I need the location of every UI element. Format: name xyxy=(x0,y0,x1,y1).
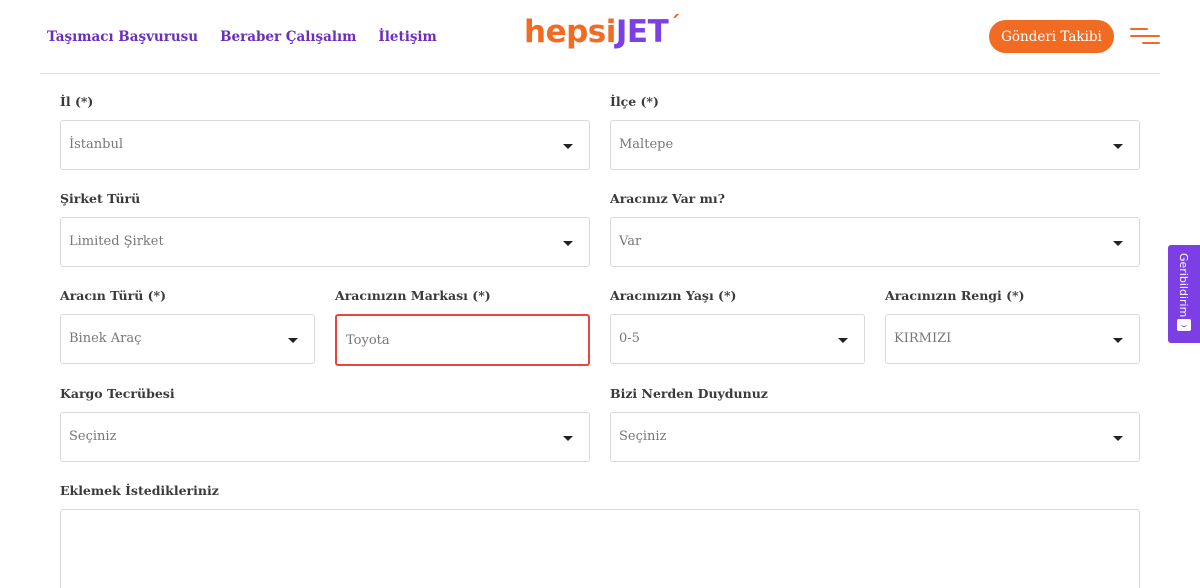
top-nav: Taşımacı Başvurusu Beraber Çalışalım İle… xyxy=(47,29,437,45)
caret-down-icon xyxy=(563,241,573,246)
nav-link-tasimaci-basvurusu[interactable]: Taşımacı Başvurusu xyxy=(47,29,198,45)
caret-down-icon xyxy=(1113,338,1123,343)
kargo-tecrubesi-value: Seçiniz xyxy=(69,429,117,444)
nav-link-iletisim[interactable]: İletişim xyxy=(378,29,436,45)
il-select[interactable]: İstanbul xyxy=(60,120,590,170)
bizi-nerden-value: Seçiniz xyxy=(619,429,667,444)
header: Taşımacı Başvurusu Beraber Çalışalım İle… xyxy=(0,0,1200,74)
arac-var-mi-label: Aracınız Var mı? xyxy=(610,191,725,206)
arac-yasi-select[interactable]: 0-5 xyxy=(610,314,865,364)
bizi-nerden-select[interactable]: Seçiniz xyxy=(610,412,1140,462)
caret-down-icon xyxy=(1113,436,1123,441)
caret-down-icon xyxy=(1113,241,1123,246)
arac-turu-value: Binek Araç xyxy=(69,331,142,346)
geribildirim-tab[interactable]: Geribildirim xyxy=(1168,245,1200,343)
kargo-tecrubesi-select[interactable]: Seçiniz xyxy=(60,412,590,462)
bizi-nerden-label: Bizi Nerden Duydunuz xyxy=(610,386,768,401)
smiley-icon xyxy=(1177,319,1191,331)
ilce-value: Maltepe xyxy=(619,137,674,152)
sirket-turu-label: Şirket Türü xyxy=(60,191,141,206)
arac-markasi-value: Toyota xyxy=(346,333,390,348)
header-divider xyxy=(40,73,1160,74)
sirket-turu-select[interactable]: Limited Şirket xyxy=(60,217,590,267)
eklemek-textarea[interactable] xyxy=(60,509,1140,588)
hamburger-menu-icon[interactable] xyxy=(1130,28,1162,48)
gonderi-takibi-button[interactable]: Gönderi Takibi xyxy=(989,20,1114,53)
ilce-label: İlçe (*) xyxy=(610,94,659,109)
il-value: İstanbul xyxy=(69,137,124,152)
geribildirim-label: Geribildirim xyxy=(1177,253,1190,318)
arac-yasi-value: 0-5 xyxy=(619,331,640,346)
arac-markasi-label: Aracınızın Markası (*) xyxy=(335,288,491,303)
arac-var-mi-select[interactable]: Var xyxy=(610,217,1140,267)
caret-down-icon xyxy=(563,436,573,441)
arac-var-mi-value: Var xyxy=(619,234,642,249)
eklemek-label: Eklemek İstedikleriniz xyxy=(60,483,219,498)
arac-yasi-label: Aracınızın Yaşı (*) xyxy=(610,288,737,303)
arac-markasi-input[interactable]: Toyota xyxy=(335,314,590,366)
kargo-tecrubesi-label: Kargo Tecrübesi xyxy=(60,386,175,401)
hepsijet-logo[interactable]: hepsiJET´ xyxy=(524,13,680,50)
sirket-turu-value: Limited Şirket xyxy=(69,234,164,249)
arac-turu-label: Aracın Türü (*) xyxy=(60,288,166,303)
caret-down-icon xyxy=(288,338,298,343)
ilce-select[interactable]: Maltepe xyxy=(610,120,1140,170)
arac-turu-select[interactable]: Binek Araç xyxy=(60,314,315,364)
arac-rengi-label: Aracınızın Rengi (*) xyxy=(885,288,1025,303)
caret-down-icon xyxy=(563,144,573,149)
il-label: İl (*) xyxy=(60,94,94,109)
arac-rengi-select[interactable]: KIRMIZI xyxy=(885,314,1140,364)
caret-down-icon xyxy=(1113,144,1123,149)
nav-link-beraber-calisalim[interactable]: Beraber Çalışalım xyxy=(220,29,356,45)
arac-rengi-value: KIRMIZI xyxy=(894,331,952,346)
caret-down-icon xyxy=(838,338,848,343)
